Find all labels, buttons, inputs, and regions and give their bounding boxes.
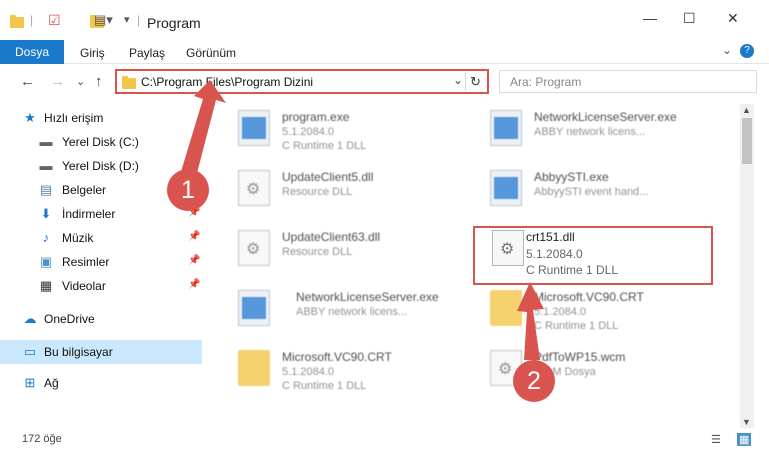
step-badge-2: 2 (513, 360, 555, 402)
arrow-2 (517, 282, 544, 360)
annotation-arrows (180, 80, 544, 360)
arrow-1 (180, 80, 226, 177)
step-badge-1: 1 (167, 169, 209, 211)
